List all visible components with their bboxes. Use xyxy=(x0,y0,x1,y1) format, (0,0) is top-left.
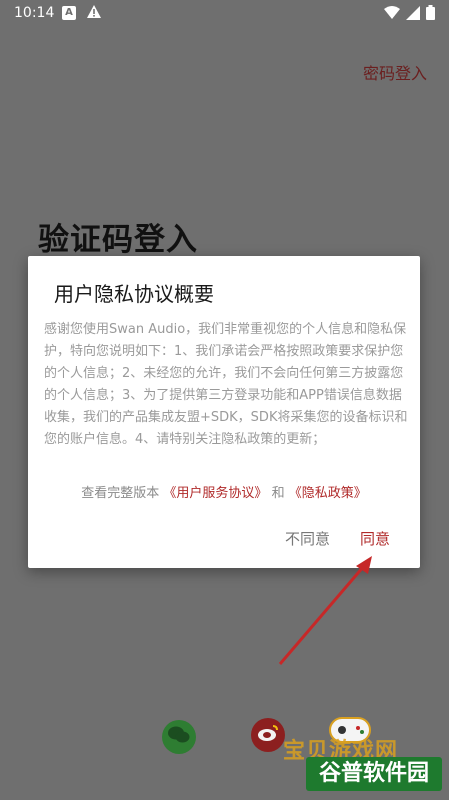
weibo-login-button[interactable] xyxy=(251,718,285,752)
privacy-dialog: 用户隐私协议概要 感谢您使用Swan Audio，我们非常重视您的个人信息和隐私… xyxy=(28,256,420,568)
status-right-icons xyxy=(384,5,435,24)
wifi-icon xyxy=(384,5,400,24)
disagree-button[interactable]: 不同意 xyxy=(285,528,330,549)
page-title: 验证码登入 xyxy=(38,222,198,258)
warning-icon xyxy=(86,4,102,23)
wechat-login-button[interactable] xyxy=(162,720,196,754)
privacy-policy-link[interactable]: 《隐私政策》 xyxy=(289,486,367,501)
user-agreement-link[interactable]: 《用户服务协议》 xyxy=(163,486,267,501)
a-notification-icon: A xyxy=(62,6,76,20)
password-login-link[interactable]: 密码登入 xyxy=(363,60,427,84)
status-bar: 10:14 A xyxy=(0,0,449,28)
status-time: 10:14 xyxy=(14,5,55,21)
wechat-icon xyxy=(168,726,190,748)
dialog-agreement-links: 查看完整版本 《用户服务协议》 和 《隐私政策》 xyxy=(28,482,420,501)
weibo-icon xyxy=(257,724,279,746)
links-and: 和 xyxy=(271,486,285,501)
signal-icon xyxy=(406,5,420,24)
dialog-body-text: 感谢您使用Swan Audio，我们非常重视您的个人信息和隐私保护，特向您说明如… xyxy=(44,322,408,447)
dialog-actions: 不同意 同意 xyxy=(285,528,390,549)
watermark-text-box: 谷普软件园 xyxy=(306,757,442,791)
battery-icon xyxy=(426,5,435,24)
agree-button[interactable]: 同意 xyxy=(360,528,390,549)
links-prefix: 查看完整版本 xyxy=(81,486,160,501)
dialog-title: 用户隐私协议概要 xyxy=(54,282,214,306)
